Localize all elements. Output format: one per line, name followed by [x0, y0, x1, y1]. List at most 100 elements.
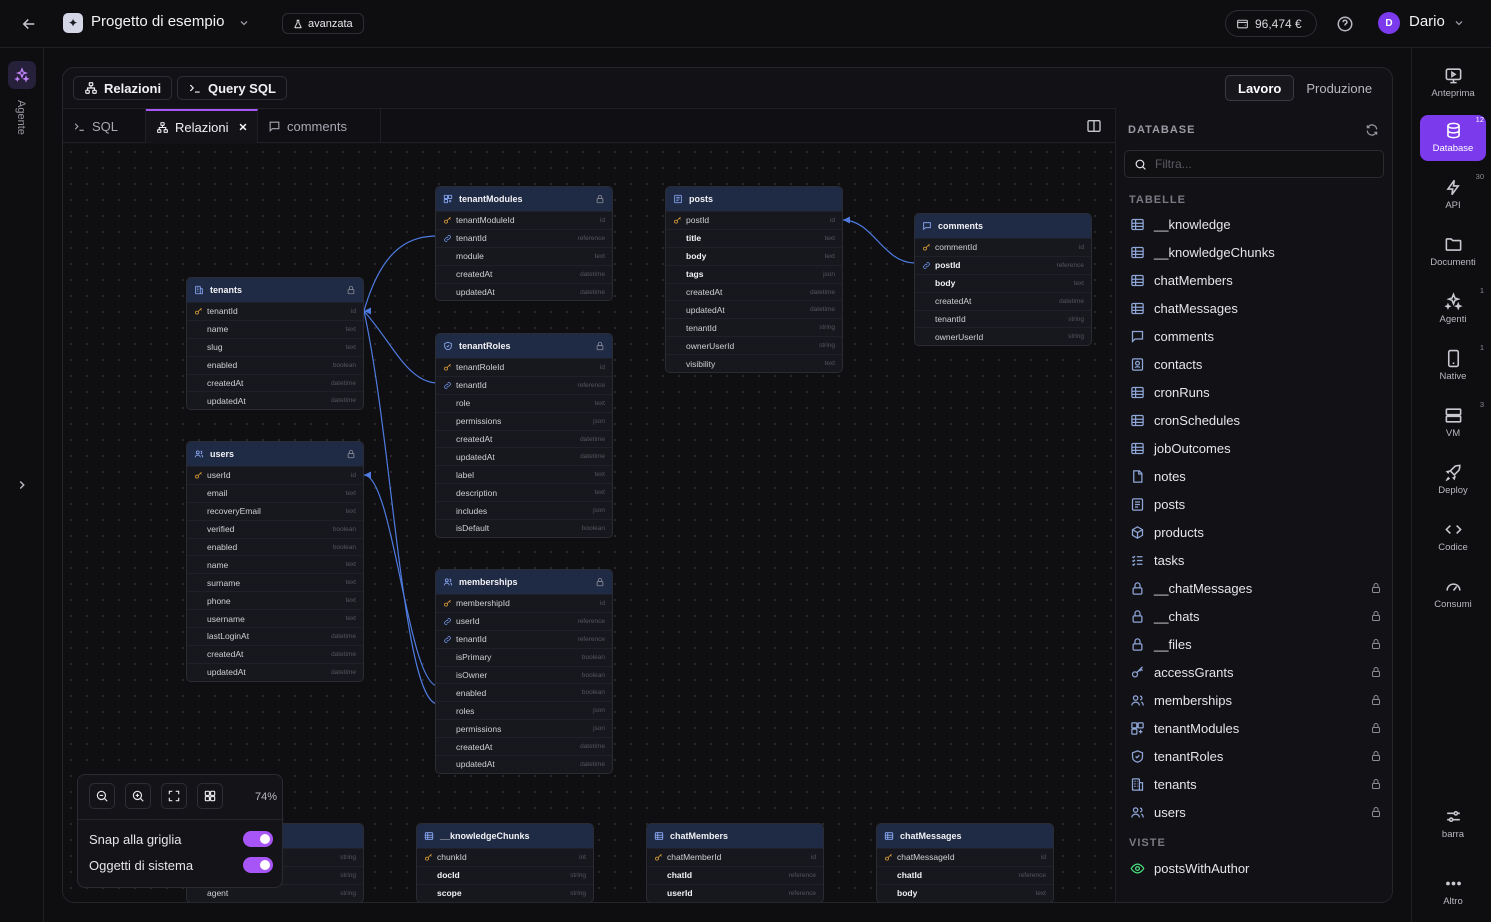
avatar[interactable]: D: [1378, 12, 1400, 34]
agent-label[interactable]: Agente: [15, 100, 27, 135]
er-column-row[interactable]: roles json: [436, 701, 612, 719]
db-table-item[interactable]: comments: [1130, 322, 1382, 350]
zoom-out-icon[interactable]: [89, 783, 115, 809]
env-prod-button[interactable]: Produzione: [1294, 75, 1384, 101]
db-table-item[interactable]: accessGrants: [1130, 658, 1382, 686]
er-table-header[interactable]: chatMembers: [647, 824, 823, 848]
er-column-row[interactable]: enabled boolean: [436, 683, 612, 701]
rail-deploy-button[interactable]: Deploy: [1420, 457, 1486, 503]
db-table-item[interactable]: contacts: [1130, 350, 1382, 378]
er-column-row[interactable]: chatId reference: [647, 865, 823, 884]
er-column-row[interactable]: ownerUserId string: [915, 327, 1091, 345]
er-diagram-canvas[interactable]: tenantModules tenantModuleId id tenantId ref…: [63, 144, 1115, 902]
chevron-down-icon[interactable]: [1452, 16, 1466, 30]
sql-query-button[interactable]: Query SQL: [177, 76, 287, 100]
er-column-row[interactable]: surname text: [187, 573, 363, 591]
er-column-row[interactable]: body text: [877, 883, 1053, 902]
er-column-row[interactable]: tenantId id: [187, 302, 363, 320]
db-table-item[interactable]: __chatMessages: [1130, 574, 1382, 602]
er-column-row[interactable]: phone text: [187, 591, 363, 609]
db-table-item[interactable]: chatMessages: [1130, 294, 1382, 322]
er-column-row[interactable]: ownerUserId string: [666, 336, 842, 354]
er-table-tenantroles[interactable]: tenantRoles tenantRoleId id tenantId referen…: [435, 333, 613, 538]
fit-view-icon[interactable]: [161, 783, 187, 809]
er-column-row[interactable]: userId id: [187, 466, 363, 484]
er-column-row[interactable]: membershipId id: [436, 594, 612, 612]
er-column-row[interactable]: slug text: [187, 337, 363, 356]
er-column-row[interactable]: tenantRoleId id: [436, 358, 612, 376]
er-column-row[interactable]: updatedAt datetime: [666, 300, 842, 318]
er-column-row[interactable]: tenantId reference: [436, 375, 612, 394]
close-icon[interactable]: [238, 122, 248, 132]
er-column-row[interactable]: email text: [187, 483, 363, 502]
er-column-row[interactable]: userId reference: [436, 611, 612, 630]
mode-badge[interactable]: avanzata: [282, 13, 364, 34]
db-table-item[interactable]: jobOutcomes: [1130, 434, 1382, 462]
snap-to-grid-toggle[interactable]: [243, 831, 273, 847]
rail-api-button[interactable]: API 30: [1420, 172, 1486, 218]
rail-barra-button[interactable]: barra: [1420, 801, 1486, 847]
er-column-row[interactable]: updatedAt datetime: [187, 391, 363, 409]
er-column-row[interactable]: visibility text: [666, 354, 842, 372]
agent-sparkles-icon[interactable]: [8, 61, 36, 89]
help-icon[interactable]: [1335, 14, 1354, 33]
tab-relations[interactable]: Relazioni: [146, 109, 258, 143]
rail-altro-button[interactable]: Altro: [1420, 868, 1486, 914]
er-column-row[interactable]: createdAt datetime: [436, 264, 612, 283]
er-table-knowledgechunks[interactable]: __knowledgeChunks chunkId int docId string sc…: [416, 823, 594, 902]
db-table-item[interactable]: products: [1130, 518, 1382, 546]
back-arrow-icon[interactable]: [18, 13, 40, 35]
er-table-comments[interactable]: comments commentId id postId reference body te…: [914, 213, 1092, 347]
er-column-row[interactable]: commentId id: [915, 238, 1091, 256]
db-table-item[interactable]: tenantRoles: [1130, 742, 1382, 770]
er-column-row[interactable]: verified boolean: [187, 519, 363, 538]
er-column-row[interactable]: postId id: [666, 211, 842, 229]
er-table-tenantmodules[interactable]: tenantModules tenantModuleId id tenantId ref…: [435, 186, 613, 302]
er-column-row[interactable]: recoveryEmail text: [187, 501, 363, 520]
er-column-row[interactable]: chatId reference: [877, 865, 1053, 884]
tab-sql[interactable]: SQL: [63, 109, 146, 143]
er-column-row[interactable]: lastLoginAt datetime: [187, 627, 363, 645]
filter-input[interactable]: Filtra...: [1124, 150, 1384, 178]
er-column-row[interactable]: name text: [187, 555, 363, 573]
user-name[interactable]: Dario: [1409, 13, 1445, 30]
split-view-icon[interactable]: [1085, 117, 1103, 135]
er-table-memberships[interactable]: memberships membershipId id userId reference…: [435, 569, 613, 774]
db-table-item[interactable]: cronSchedules: [1130, 406, 1382, 434]
er-column-row[interactable]: scope string: [417, 883, 593, 902]
er-column-row[interactable]: docId string: [417, 865, 593, 884]
er-column-row[interactable]: tenantId string: [666, 318, 842, 336]
er-column-row[interactable]: label text: [436, 465, 612, 483]
er-column-row[interactable]: postId reference: [915, 255, 1091, 274]
er-table-header[interactable]: posts: [666, 187, 842, 211]
db-table-item[interactable]: __knowledge: [1130, 210, 1382, 238]
er-column-row[interactable]: isOwner boolean: [436, 665, 612, 684]
er-table-chatmembers[interactable]: chatMembers chatMemberId id chatId reference…: [646, 823, 824, 902]
er-column-row[interactable]: createdAt datetime: [187, 644, 363, 663]
relations-button[interactable]: Relazioni: [73, 76, 173, 100]
system-objects-toggle[interactable]: [243, 857, 273, 873]
rail-agenti-button[interactable]: Agenti 1: [1420, 286, 1486, 332]
er-column-row[interactable]: tags json: [666, 264, 842, 283]
db-table-item[interactable]: __chats: [1130, 602, 1382, 630]
er-table-header[interactable]: users: [187, 442, 363, 466]
er-table-header[interactable]: __knowledgeChunks: [417, 824, 593, 848]
er-column-row[interactable]: updatedAt datetime: [436, 447, 612, 465]
er-column-row[interactable]: enabled boolean: [187, 537, 363, 556]
db-table-item[interactable]: __knowledgeChunks: [1130, 238, 1382, 266]
er-column-row[interactable]: includes json: [436, 501, 612, 519]
er-column-row[interactable]: chatMemberId id: [647, 848, 823, 866]
chevron-down-icon[interactable]: [237, 16, 251, 30]
er-table-users[interactable]: users userId id email text recoveryEmail text v…: [186, 441, 364, 682]
er-table-header[interactable]: comments: [915, 214, 1091, 238]
rail-consumi-button[interactable]: Consumi: [1420, 571, 1486, 617]
er-column-row[interactable]: role text: [436, 393, 612, 412]
er-column-row[interactable]: permissions json: [436, 411, 612, 430]
er-table-header[interactable]: tenantRoles: [436, 334, 612, 358]
rail-database-button[interactable]: Database 12: [1420, 115, 1486, 161]
er-table-header[interactable]: tenantModules: [436, 187, 612, 211]
er-column-row[interactable]: chatMessageId id: [877, 848, 1053, 866]
db-table-item[interactable]: tasks: [1130, 546, 1382, 574]
er-column-row[interactable]: tenantId reference: [436, 629, 612, 648]
er-column-row[interactable]: createdAt datetime: [666, 282, 842, 301]
